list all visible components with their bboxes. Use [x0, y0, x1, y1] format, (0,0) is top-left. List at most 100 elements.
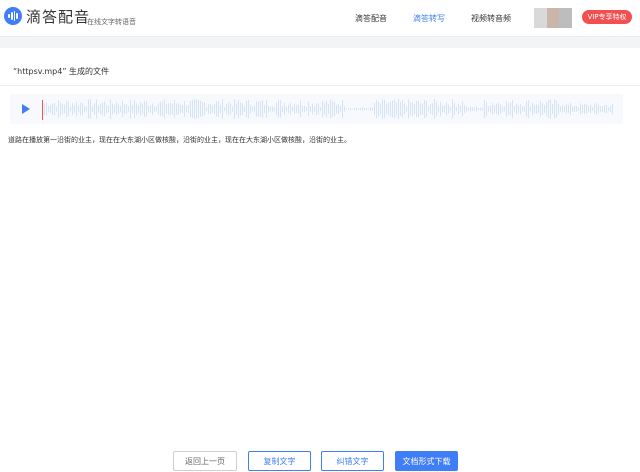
waveform-bar	[588, 106, 589, 112]
waveform-bar	[204, 102, 205, 116]
waveform-bar	[370, 107, 371, 111]
waveform-bar	[164, 99, 165, 119]
waveform-bar	[256, 101, 257, 117]
waveform-bar	[336, 104, 337, 114]
waveform-bar	[528, 100, 529, 118]
waveform-bar	[212, 105, 213, 113]
waveform-bar	[112, 103, 113, 115]
waveform-bar	[402, 100, 403, 118]
waveform-bar	[458, 103, 459, 115]
waveform-bar	[526, 101, 527, 117]
waveform-bar	[554, 99, 555, 119]
waveform-bar	[610, 105, 611, 113]
waveform-bar	[44, 103, 45, 115]
waveform-bar	[538, 105, 539, 113]
waveform-bar	[418, 100, 419, 118]
waveform-bar	[338, 104, 339, 114]
logo-icon[interactable]	[4, 7, 22, 25]
waveform-bar	[272, 106, 273, 112]
waveform-bar	[480, 107, 481, 111]
nav-item-video-to-audio[interactable]: 视频转音频	[471, 13, 511, 24]
waveform-bar	[108, 105, 109, 113]
waveform-bar	[186, 105, 187, 113]
vip-privilege-button[interactable]: VIP专享特权	[582, 10, 632, 24]
download-document-button[interactable]: 文档形式下载	[395, 451, 458, 471]
waveform-bar	[468, 107, 469, 111]
waveform-bar	[284, 103, 285, 115]
waveform-bar	[268, 105, 269, 113]
waveform-bar	[306, 106, 307, 112]
waveform-bar	[430, 104, 431, 114]
waveform-bar	[250, 104, 251, 114]
waveform-bar	[504, 106, 505, 112]
brand-name[interactable]: 滴答配音	[26, 6, 90, 27]
waveform-bar	[448, 104, 449, 114]
waveform-bar	[414, 103, 415, 115]
waveform-bar	[350, 108, 351, 110]
waveform-bar	[486, 102, 487, 116]
waveform-bar	[200, 101, 201, 117]
play-icon[interactable]	[22, 104, 30, 114]
waveform-bar	[188, 104, 189, 114]
waveform-bar	[330, 99, 331, 119]
waveform-bar	[206, 106, 207, 112]
waveform-bar	[376, 99, 377, 119]
waveform-bar	[218, 101, 219, 117]
waveform-bar	[442, 105, 443, 113]
playhead[interactable]	[42, 100, 43, 120]
waveform-bar	[120, 105, 121, 113]
waveform-bar	[540, 101, 541, 117]
waveform-bar	[48, 106, 49, 112]
waveform-bar	[308, 102, 309, 116]
waveform-bar	[62, 103, 63, 115]
waveform[interactable]	[44, 96, 614, 122]
waveform-bar	[182, 105, 183, 113]
copy-text-button[interactable]: 复制文字	[248, 451, 311, 471]
correct-text-button[interactable]: 纠错文字	[321, 451, 384, 471]
nav-item-dubbing[interactable]: 滴答配音	[355, 13, 387, 24]
waveform-bar	[608, 107, 609, 111]
waveform-bar	[564, 105, 565, 113]
waveform-bar	[436, 101, 437, 117]
waveform-bar	[292, 106, 293, 112]
nav-item-transcribe[interactable]: 滴答转写	[413, 13, 445, 24]
waveform-bar	[280, 100, 281, 118]
waveform-bar	[106, 104, 107, 114]
waveform-bar	[542, 103, 543, 115]
waveform-bar	[534, 104, 535, 114]
avatar[interactable]	[534, 8, 573, 28]
waveform-bar	[68, 101, 69, 117]
waveform-bar	[76, 101, 77, 117]
waveform-bar	[524, 105, 525, 113]
waveform-bar	[238, 100, 239, 118]
waveform-bar	[544, 105, 545, 113]
waveform-bar	[590, 104, 591, 114]
waveform-bar	[556, 100, 557, 118]
waveform-bar	[322, 100, 323, 118]
waveform-bar	[416, 100, 417, 118]
waveform-bar	[584, 104, 585, 114]
waveform-bar	[300, 100, 301, 118]
waveform-bar	[174, 100, 175, 118]
waveform-bar	[408, 99, 409, 119]
file-title: “httpsv.mp4” 生成的文件	[13, 67, 110, 76]
waveform-bar	[228, 102, 229, 116]
waveform-bar	[522, 106, 523, 112]
waveform-bar	[66, 100, 67, 118]
waveform-bar	[100, 103, 101, 115]
waveform-bar	[326, 101, 327, 117]
waveform-bar	[582, 104, 583, 114]
waveform-bar	[128, 106, 129, 112]
back-button[interactable]: 返回上一页	[173, 451, 237, 471]
divider	[0, 85, 640, 86]
waveform-bar	[404, 103, 405, 115]
waveform-bar	[594, 104, 595, 114]
waveform-bar	[372, 107, 373, 111]
header-bar: 滴答配音 在线文字转语音 滴答配音 滴答转写 视频转音频 VIP专享特权	[0, 0, 640, 37]
waveform-bar	[94, 103, 95, 115]
waveform-bar	[364, 107, 365, 111]
waveform-bar	[82, 103, 83, 115]
waveform-bar	[264, 105, 265, 113]
waveform-bar	[566, 104, 567, 114]
waveform-bar	[136, 103, 137, 115]
